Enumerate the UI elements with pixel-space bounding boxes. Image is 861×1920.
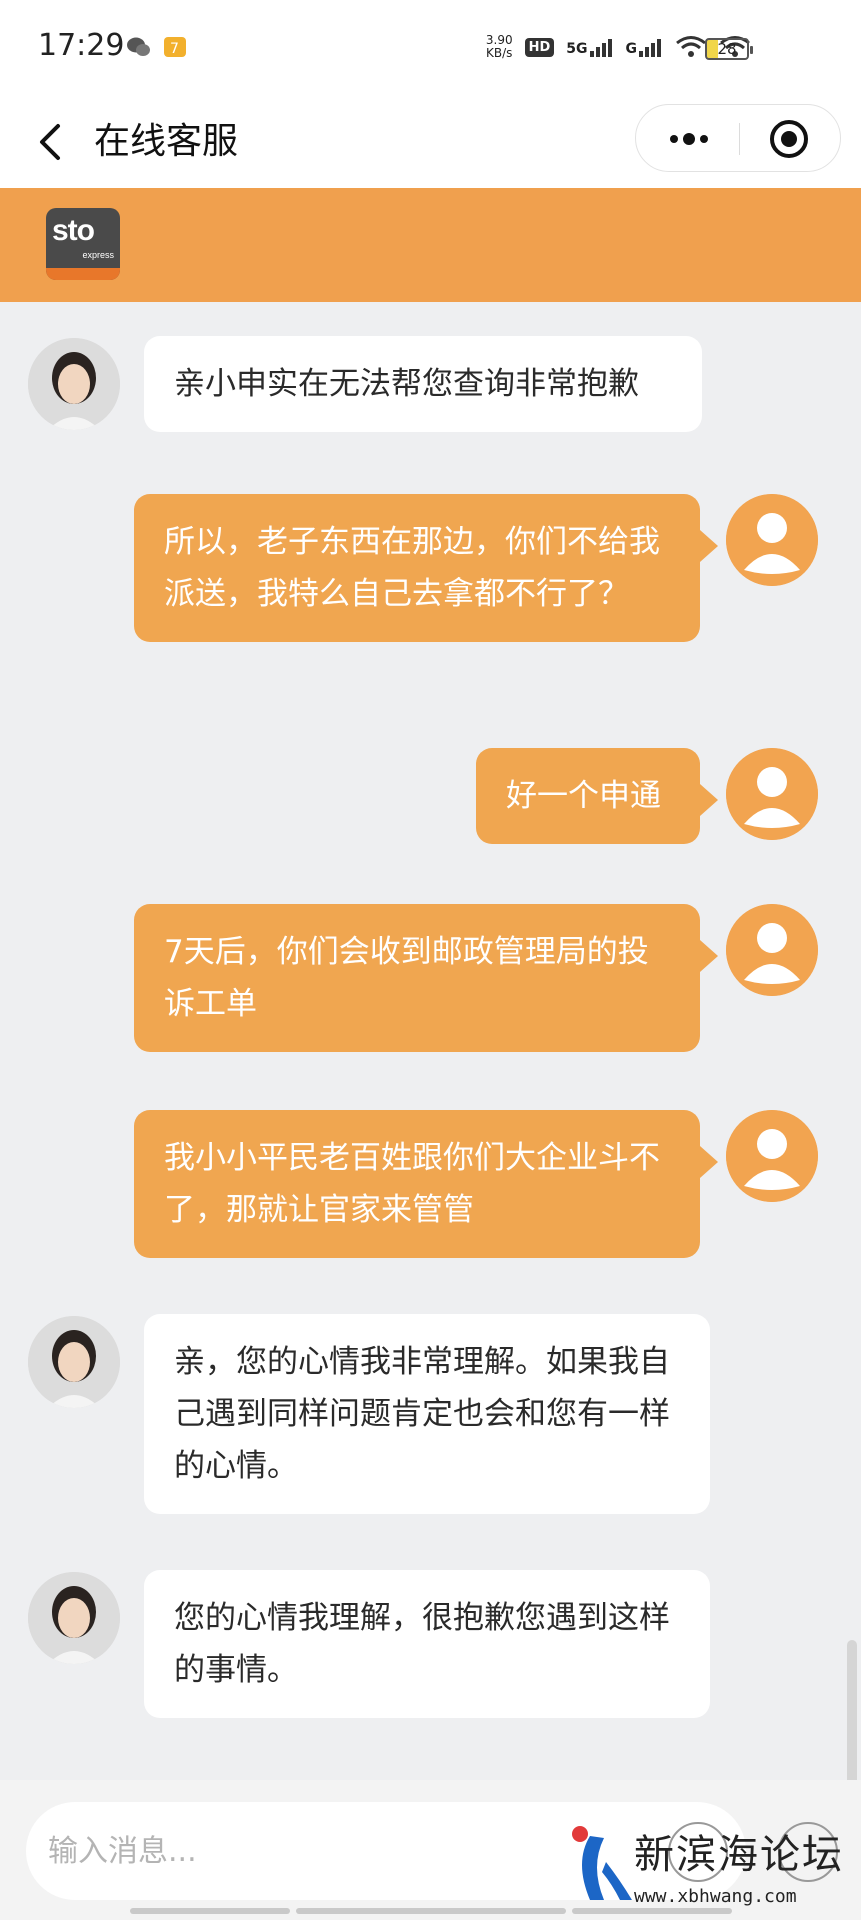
nav-gesture-bar: [130, 1908, 290, 1914]
message-bubble: 亲小申实在无法帮您查询非常抱歉: [144, 336, 702, 432]
message-bubble: 我小小平民老百姓跟你们大企业斗不了，那就让官家来管管: [134, 1110, 718, 1258]
sto-logo: sto express: [46, 208, 120, 280]
user-avatar: [726, 1110, 818, 1202]
chat-list: 亲小申实在无法帮您查询非常抱歉 所以，老子东西在那边，你们不给我派送，我特么自己…: [0, 302, 861, 1780]
capsule-divider: [739, 123, 740, 155]
wechat-icon: [127, 37, 150, 56]
message-bubble: 亲，您的心情我非常理解。如果我自己遇到同样问题肯定也会和您有一样的心情。: [144, 1314, 710, 1514]
svg-text:7: 7: [170, 41, 179, 57]
signal-sim2-icon: G: [626, 37, 664, 57]
message-bubble: 7天后，你们会收到邮政管理局的投诉工单: [134, 904, 718, 1052]
agent-avatar: [28, 1572, 120, 1664]
page-title: 在线客服: [94, 121, 239, 162]
hd-badge: HD: [524, 37, 555, 57]
app-root: 17:29 7 3.90 KB/s HD 5G G 28 在线客服 sto ex…: [0, 0, 861, 1920]
message-user: 所以，老子东西在那边，你们不给我派送，我特么自己去拿都不行了？: [0, 494, 861, 704]
nav-bar: 在线客服: [0, 96, 861, 188]
message-bubble: 您的心情我理解，很抱歉您遇到这样的事情。: [144, 1570, 710, 1718]
signal-sim1-icon: 5G: [566, 37, 613, 57]
more-dots-icon[interactable]: [664, 127, 714, 151]
watermark-url: www.xbhwang.com: [634, 1886, 797, 1907]
message-agent: 亲小申实在无法帮您查询非常抱歉: [0, 302, 861, 432]
wifi-hotspot-icon: [676, 36, 706, 57]
message-user: 好一个申通: [0, 748, 861, 858]
brand-header: sto express: [0, 188, 861, 302]
chevron-left-icon[interactable]: [30, 118, 70, 166]
nav-gesture-bar: [572, 1908, 732, 1914]
message-user: 我小小平民老百姓跟你们大企业斗不了，那就让官家来管管: [0, 1110, 861, 1270]
chat-scrollbar[interactable]: [847, 1640, 857, 1788]
mini-program-capsule: [635, 104, 841, 172]
app-notification-icon: 7: [164, 37, 186, 57]
user-avatar: [726, 904, 818, 996]
user-avatar: [726, 748, 818, 840]
status-time: 17:29: [38, 28, 125, 63]
message-user: 7天后，你们会收到邮政管理局的投诉工单: [0, 904, 861, 1064]
nav-gesture-bar: [296, 1908, 566, 1914]
status-bar: 17:29 7 3.90 KB/s HD 5G G 28: [0, 0, 861, 96]
agent-avatar: [28, 338, 120, 430]
message-agent: 您的心情我理解，很抱歉您遇到这样的事情。: [0, 1570, 861, 1730]
message-bubble: 所以，老子东西在那边，你们不给我派送，我特么自己去拿都不行了？: [134, 494, 718, 642]
user-avatar: [726, 494, 818, 586]
agent-avatar: [28, 1316, 120, 1408]
watermark-logo-icon: [572, 1826, 632, 1900]
watermark-title: 新滨海论坛: [634, 1832, 844, 1878]
target-close-icon[interactable]: [768, 118, 810, 160]
battery-indicator: 28: [705, 38, 753, 60]
net-speed: 3.90 KB/s: [485, 33, 513, 60]
message-agent: 亲，您的心情我非常理解。如果我自己遇到同样问题肯定也会和您有一样的心情。: [0, 1314, 861, 1524]
message-bubble: 好一个申通: [476, 748, 718, 844]
forum-watermark: 新滨海论坛 www.xbhwang.com: [562, 1822, 852, 1918]
